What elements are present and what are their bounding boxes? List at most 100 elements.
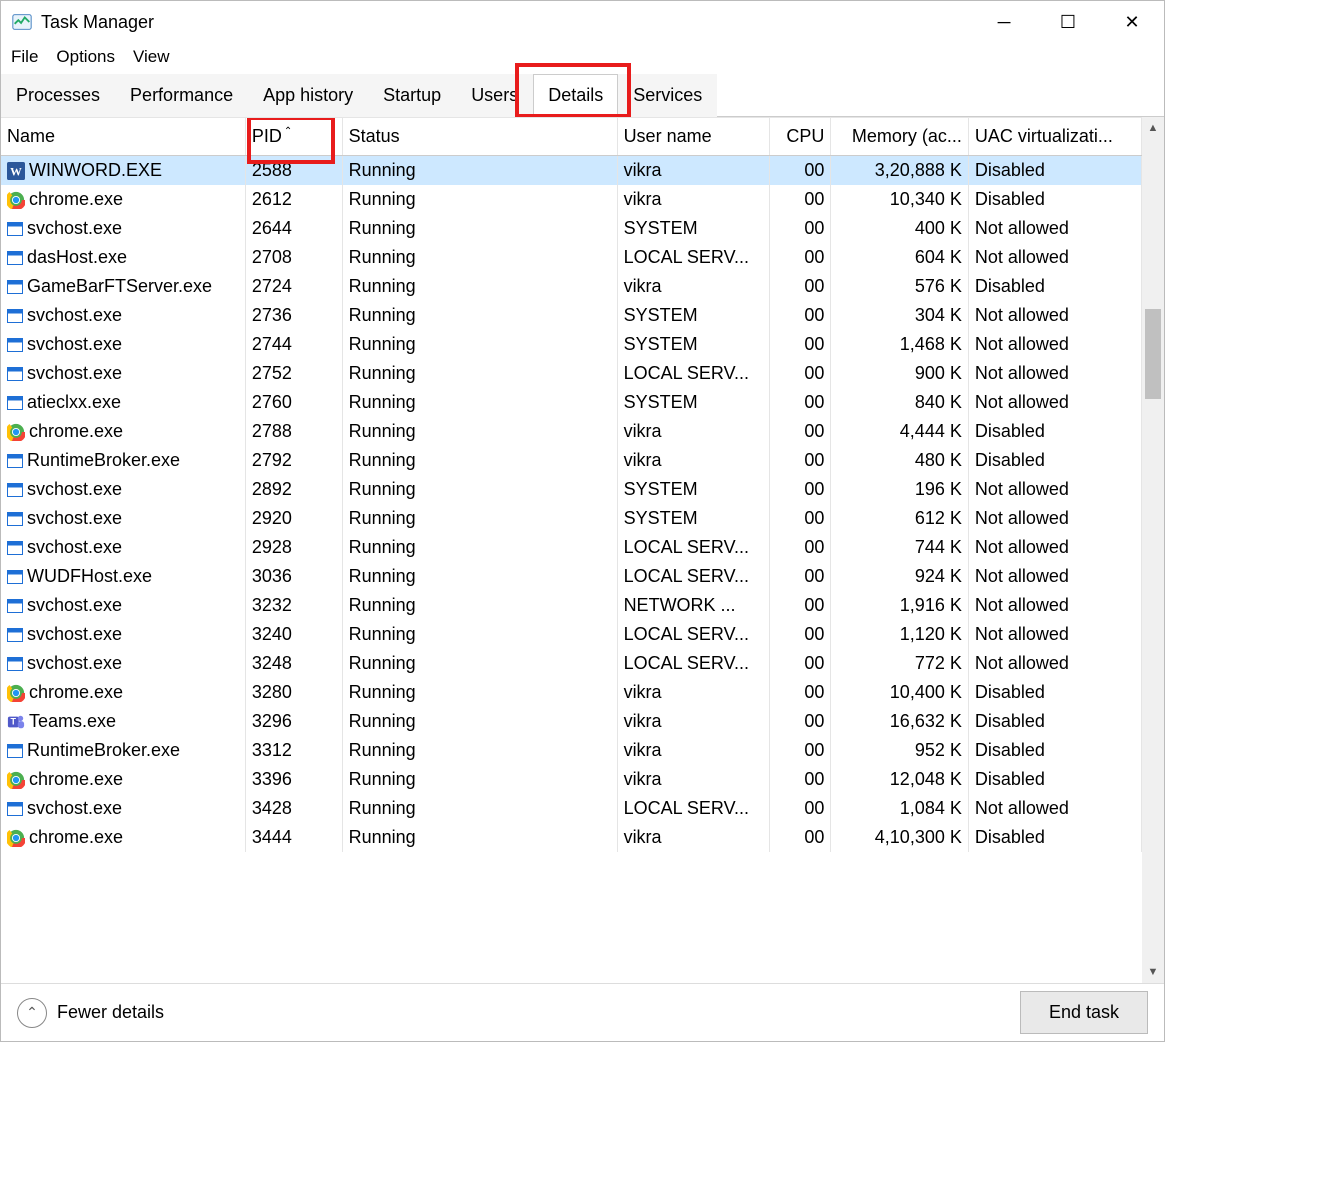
- generic-process-icon: [7, 483, 23, 497]
- table-row[interactable]: atieclxx.exe2760RunningSYSTEM00840 KNot …: [1, 388, 1142, 417]
- tab-startup[interactable]: Startup: [368, 74, 456, 117]
- table-row[interactable]: chrome.exe3280Runningvikra0010,400 KDisa…: [1, 678, 1142, 707]
- cell-user: vikra: [617, 417, 770, 446]
- generic-process-icon: [7, 222, 23, 236]
- cell-memory: 924 K: [831, 562, 968, 591]
- scroll-up-arrow-icon[interactable]: ▲: [1142, 117, 1164, 139]
- table-row[interactable]: svchost.exe3428RunningLOCAL SERV...001,0…: [1, 794, 1142, 823]
- cell-cpu: 00: [770, 591, 831, 620]
- cell-user: vikra: [617, 736, 770, 765]
- table-row[interactable]: svchost.exe2920RunningSYSTEM00612 KNot a…: [1, 504, 1142, 533]
- close-button[interactable]: ✕: [1100, 1, 1164, 43]
- table-row[interactable]: dasHost.exe2708RunningLOCAL SERV...00604…: [1, 243, 1142, 272]
- word-icon: W: [7, 162, 25, 180]
- cell-user: LOCAL SERV...: [617, 562, 770, 591]
- tab-users[interactable]: Users: [456, 74, 533, 117]
- table-row[interactable]: chrome.exe3396Runningvikra0012,048 KDisa…: [1, 765, 1142, 794]
- table-row[interactable]: WWINWORD.EXE2588Runningvikra003,20,888 K…: [1, 156, 1142, 186]
- col-header-pid[interactable]: PID⌃: [245, 118, 342, 156]
- cell-name: svchost.exe: [1, 794, 245, 823]
- minimize-button[interactable]: ─: [972, 1, 1036, 43]
- table-row[interactable]: WUDFHost.exe3036RunningLOCAL SERV...0092…: [1, 562, 1142, 591]
- process-name: svchost.exe: [27, 363, 122, 383]
- cell-user: SYSTEM: [617, 504, 770, 533]
- cell-name: chrome.exe: [1, 185, 245, 214]
- cell-name: GameBarFTServer.exe: [1, 272, 245, 301]
- cell-user: SYSTEM: [617, 475, 770, 504]
- generic-process-icon: [7, 251, 23, 265]
- col-header-name[interactable]: Name: [1, 118, 245, 156]
- cell-uac: Not allowed: [968, 243, 1141, 272]
- table-row[interactable]: svchost.exe2644RunningSYSTEM00400 KNot a…: [1, 214, 1142, 243]
- process-name: chrome.exe: [29, 421, 123, 441]
- scroll-track[interactable]: [1142, 139, 1164, 961]
- table-row[interactable]: svchost.exe3240RunningLOCAL SERV...001,1…: [1, 620, 1142, 649]
- cell-status: Running: [342, 359, 617, 388]
- table-row[interactable]: chrome.exe3444Runningvikra004,10,300 KDi…: [1, 823, 1142, 852]
- tab-app-history[interactable]: App history: [248, 74, 368, 117]
- col-header-user[interactable]: User name: [617, 118, 770, 156]
- process-name: WINWORD.EXE: [29, 160, 162, 180]
- table-row[interactable]: chrome.exe2788Runningvikra004,444 KDisab…: [1, 417, 1142, 446]
- cell-cpu: 00: [770, 533, 831, 562]
- end-task-button[interactable]: End task: [1020, 991, 1148, 1034]
- table-row[interactable]: RuntimeBroker.exe2792Runningvikra00480 K…: [1, 446, 1142, 475]
- cell-status: Running: [342, 736, 617, 765]
- cell-pid: 3240: [245, 620, 342, 649]
- cell-uac: Not allowed: [968, 359, 1141, 388]
- cell-name: RuntimeBroker.exe: [1, 446, 245, 475]
- task-manager-window: Task Manager ─ ☐ ✕ File Options View Pro…: [0, 0, 1165, 1042]
- maximize-button[interactable]: ☐: [1036, 1, 1100, 43]
- col-header-cpu[interactable]: CPU: [770, 118, 831, 156]
- cell-uac: Disabled: [968, 272, 1141, 301]
- table-row[interactable]: svchost.exe2736RunningSYSTEM00304 KNot a…: [1, 301, 1142, 330]
- cell-pid: 3312: [245, 736, 342, 765]
- col-header-status[interactable]: Status: [342, 118, 617, 156]
- table-row[interactable]: svchost.exe3248RunningLOCAL SERV...00772…: [1, 649, 1142, 678]
- tabbar: Processes Performance App history Startu…: [1, 73, 1164, 117]
- table-row[interactable]: chrome.exe2612Runningvikra0010,340 KDisa…: [1, 185, 1142, 214]
- col-header-memory[interactable]: Memory (ac...: [831, 118, 968, 156]
- cell-pid: 3428: [245, 794, 342, 823]
- cell-name: RuntimeBroker.exe: [1, 736, 245, 765]
- cell-name: chrome.exe: [1, 823, 245, 852]
- generic-process-icon: [7, 541, 23, 555]
- cell-user: vikra: [617, 707, 770, 736]
- vertical-scrollbar[interactable]: ▲ ▼: [1142, 117, 1164, 983]
- task-manager-icon: [11, 11, 33, 33]
- table-row[interactable]: svchost.exe2744RunningSYSTEM001,468 KNot…: [1, 330, 1142, 359]
- menu-file[interactable]: File: [7, 45, 42, 69]
- table-row[interactable]: svchost.exe2752RunningLOCAL SERV...00900…: [1, 359, 1142, 388]
- fewer-details-button[interactable]: ⌃ Fewer details: [17, 998, 164, 1028]
- cell-memory: 304 K: [831, 301, 968, 330]
- cell-status: Running: [342, 475, 617, 504]
- col-header-uac[interactable]: UAC virtualizati...: [968, 118, 1141, 156]
- scroll-thumb[interactable]: [1145, 309, 1161, 399]
- menu-view[interactable]: View: [129, 45, 174, 69]
- generic-process-icon: [7, 367, 23, 381]
- table-row[interactable]: RuntimeBroker.exe3312Runningvikra00952 K…: [1, 736, 1142, 765]
- table-row[interactable]: TTeams.exe3296Runningvikra0016,632 KDisa…: [1, 707, 1142, 736]
- cell-memory: 772 K: [831, 649, 968, 678]
- table-row[interactable]: GameBarFTServer.exe2724Runningvikra00576…: [1, 272, 1142, 301]
- scroll-down-arrow-icon[interactable]: ▼: [1142, 961, 1164, 983]
- tab-services[interactable]: Services: [618, 74, 717, 117]
- cell-memory: 3,20,888 K: [831, 156, 968, 186]
- generic-process-icon: [7, 657, 23, 671]
- tab-details[interactable]: Details: [533, 74, 618, 117]
- tab-processes[interactable]: Processes: [1, 74, 115, 117]
- tab-performance[interactable]: Performance: [115, 74, 248, 117]
- table-row[interactable]: svchost.exe3232RunningNETWORK ...001,916…: [1, 591, 1142, 620]
- cell-uac: Disabled: [968, 678, 1141, 707]
- menu-options[interactable]: Options: [52, 45, 119, 69]
- table-row[interactable]: svchost.exe2928RunningLOCAL SERV...00744…: [1, 533, 1142, 562]
- cell-cpu: 00: [770, 620, 831, 649]
- cell-memory: 10,340 K: [831, 185, 968, 214]
- cell-name: WUDFHost.exe: [1, 562, 245, 591]
- cell-uac: Disabled: [968, 417, 1141, 446]
- table-row[interactable]: svchost.exe2892RunningSYSTEM00196 KNot a…: [1, 475, 1142, 504]
- cell-cpu: 00: [770, 330, 831, 359]
- cell-memory: 16,632 K: [831, 707, 968, 736]
- process-name: svchost.exe: [27, 508, 122, 528]
- process-name: chrome.exe: [29, 769, 123, 789]
